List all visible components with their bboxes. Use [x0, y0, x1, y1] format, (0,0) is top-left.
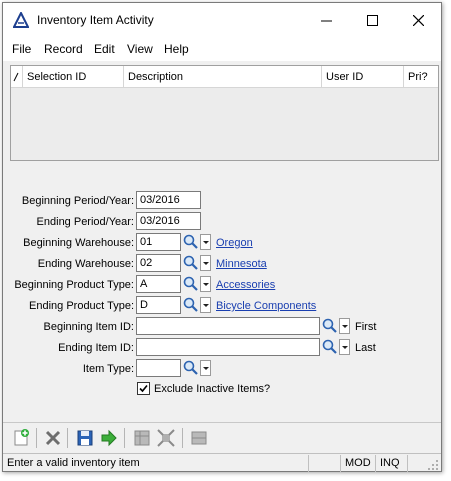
ending-warehouse-label: Ending Warehouse: [37, 258, 134, 270]
ending-warehouse-lookup-icon[interactable] [183, 255, 199, 271]
exclude-inactive-label[interactable]: Exclude Inactive Items? [154, 383, 270, 395]
item-type-field[interactable] [136, 359, 181, 377]
menu-record[interactable]: Record [44, 42, 83, 56]
item-type-dropdown-icon[interactable] [200, 360, 211, 376]
menu-view[interactable]: View [127, 42, 153, 56]
grid-icon[interactable] [132, 428, 152, 448]
app-logo-icon [13, 12, 29, 28]
toolbar-separator [67, 428, 68, 448]
close-icon [412, 14, 424, 26]
save-icon[interactable] [75, 428, 95, 448]
minimize-icon [320, 20, 332, 21]
menu-bar: File Record Edit View Help [3, 37, 441, 61]
ending-period-label: Ending Period/Year: [36, 216, 134, 228]
inventory-item-activity-window: Inventory Item Activity File Record Edit… [2, 2, 442, 472]
grid-column-user-id[interactable]: User ID [322, 66, 404, 88]
new-record-icon[interactable] [11, 428, 31, 448]
ending-item-dropdown-icon[interactable] [339, 339, 350, 355]
beginning-product-type-label: Beginning Product Type: [14, 279, 134, 291]
list-icon[interactable] [189, 428, 209, 448]
ending-product-type-dropdown-icon[interactable] [200, 297, 211, 313]
ending-warehouse-dropdown-icon[interactable] [200, 255, 211, 271]
checkmark-icon [139, 384, 148, 393]
toolbar-separator [36, 428, 37, 448]
toolbar-separator [124, 428, 125, 448]
beginning-warehouse-lookup-icon[interactable] [183, 234, 199, 250]
beginning-item-label: Beginning Item ID: [43, 321, 135, 333]
close-button[interactable] [395, 3, 441, 37]
ending-product-type-label: Ending Product Type: [29, 300, 134, 312]
beginning-product-type-lookup-icon[interactable] [183, 276, 199, 292]
beginning-period-label: Beginning Period/Year: [21, 195, 134, 207]
beginning-warehouse-field[interactable]: 01 [136, 233, 181, 251]
beginning-product-type-dropdown-icon[interactable] [200, 276, 211, 292]
expand-icon[interactable] [156, 428, 176, 448]
edit-pencil-icon [13, 72, 19, 82]
go-arrow-icon[interactable] [99, 428, 119, 448]
ending-item-hint: Last [355, 342, 376, 354]
title-bar[interactable]: Inventory Item Activity [3, 3, 441, 37]
status-bar: Enter a valid inventory item MOD INQ [3, 453, 441, 472]
status-mod: MOD [341, 455, 376, 472]
grid-row-indicator-header [11, 66, 23, 88]
menu-help[interactable]: Help [164, 42, 189, 56]
beginning-item-lookup-icon[interactable] [322, 318, 338, 334]
status-message: Enter a valid inventory item [3, 455, 309, 472]
beginning-item-dropdown-icon[interactable] [339, 318, 350, 334]
resize-grip-icon[interactable] [427, 459, 439, 471]
toolbar-separator [182, 428, 183, 448]
status-empty-panel [309, 455, 341, 472]
beginning-product-type-field[interactable]: A [136, 275, 181, 293]
exclude-inactive-checkbox[interactable] [137, 382, 150, 395]
status-inq: INQ [376, 455, 408, 472]
beginning-product-type-link[interactable]: Accessories [216, 279, 275, 291]
beginning-warehouse-label: Beginning Warehouse: [23, 237, 134, 249]
grid-column-pri[interactable]: Pri? [404, 66, 438, 88]
maximize-icon [366, 14, 378, 26]
ending-product-type-field[interactable]: D [136, 296, 181, 314]
item-type-label: Item Type: [82, 363, 134, 375]
ending-item-lookup-icon[interactable] [322, 339, 338, 355]
beginning-item-field[interactable] [136, 317, 320, 335]
beginning-item-hint: First [355, 321, 377, 333]
ending-item-field[interactable] [136, 338, 320, 356]
menu-edit[interactable]: Edit [94, 42, 115, 56]
beginning-warehouse-link[interactable]: Oregon [216, 237, 253, 249]
menu-file[interactable]: File [12, 42, 31, 56]
ending-product-type-lookup-icon[interactable] [183, 297, 199, 313]
ending-product-type-link[interactable]: Bicycle Components [216, 300, 316, 312]
minimize-button[interactable] [303, 3, 349, 37]
grid-header: Selection ID Description User ID Pri? [11, 66, 438, 88]
grid-column-description[interactable]: Description [124, 66, 322, 88]
delete-icon[interactable] [43, 428, 63, 448]
toolbar [3, 423, 441, 453]
maximize-button[interactable] [349, 3, 395, 37]
grid-column-selection-id[interactable]: Selection ID [23, 66, 124, 88]
ending-warehouse-link[interactable]: Minnesota [216, 258, 267, 270]
item-type-lookup-icon[interactable] [183, 360, 199, 376]
beginning-period-field[interactable]: 03/2016 [136, 191, 201, 209]
beginning-warehouse-dropdown-icon[interactable] [200, 234, 211, 250]
ending-item-label: Ending Item ID: [58, 342, 134, 354]
window-title: Inventory Item Activity [37, 13, 154, 27]
ending-warehouse-field[interactable]: 02 [136, 254, 181, 272]
selection-grid[interactable]: Selection ID Description User ID Pri? [10, 65, 439, 161]
ending-period-field[interactable]: 03/2016 [136, 212, 201, 230]
